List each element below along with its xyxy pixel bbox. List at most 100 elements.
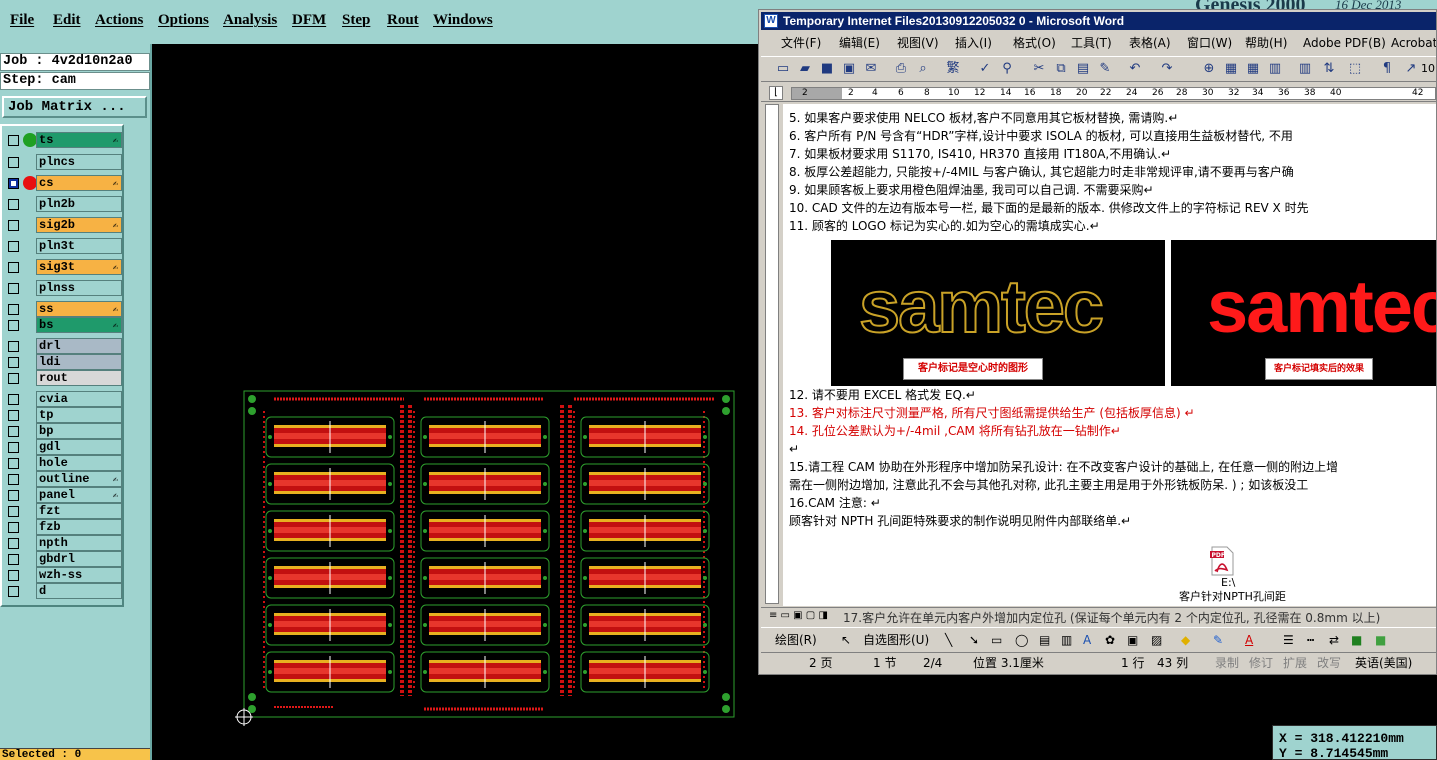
document-page[interactable]: 5. 如果客户要求使用 NELCO 板材,客户不同意用其它板材替换, 需请购.↵… — [783, 104, 1436, 606]
layer-checkbox[interactable] — [8, 283, 19, 294]
layer-name[interactable]: outline ✍ — [36, 471, 122, 487]
word-menu-format[interactable]: 格式(O) — [1013, 32, 1056, 54]
layer-row-pln3t[interactable]: pln3t — [2, 238, 122, 254]
layer-name[interactable]: cs ✍ — [36, 175, 122, 191]
layer-row-sig3t[interactable]: sig3t ✍ — [2, 259, 122, 275]
word-menu-adobe-pdf[interactable]: Adobe PDF(B) — [1303, 32, 1386, 54]
layer-checkbox[interactable] — [8, 373, 19, 384]
menu-options[interactable]: Options — [158, 12, 209, 29]
rectangle-tool-icon[interactable]: ▭ — [991, 628, 1002, 652]
word-menu-table[interactable]: 表格(A) — [1129, 32, 1171, 54]
layer-name[interactable]: tp — [36, 407, 122, 423]
layer-name[interactable]: bs ✍ — [36, 317, 122, 333]
view-mode-icons[interactable]: ≡ ▭ ▣ ▢ ◨ — [769, 610, 828, 621]
line-color-icon[interactable]: ✎ — [1213, 628, 1223, 652]
menu-dfm[interactable]: DFM — [292, 12, 326, 29]
word-menu-edit[interactable]: 编辑(E) — [839, 32, 880, 54]
permission-icon[interactable]: ▣ — [841, 61, 857, 77]
layer-row-ts[interactable]: ts ✍ — [2, 132, 122, 148]
menu-windows[interactable]: Windows — [433, 12, 493, 29]
traditional-chinese-icon[interactable]: 繁 — [945, 61, 961, 77]
3d-icon[interactable]: ■ — [1375, 628, 1386, 652]
layer-checkbox[interactable] — [8, 304, 19, 315]
insert-excel-icon[interactable]: ▥ — [1267, 61, 1283, 77]
layer-row-sig2b[interactable]: sig2b ✍ — [2, 217, 122, 233]
print-icon[interactable]: ⎙ — [893, 61, 909, 77]
layer-name[interactable]: d — [36, 583, 122, 599]
show-hide-icon[interactable]: ¶ — [1379, 61, 1395, 77]
layer-name[interactable]: ts ✍ — [36, 132, 122, 148]
layer-checkbox[interactable] — [8, 135, 19, 146]
menu-rout[interactable]: Rout — [387, 12, 419, 29]
layer-row-wzh-ss[interactable]: wzh-ss — [2, 567, 122, 583]
layer-checkbox[interactable] — [8, 220, 19, 231]
word-menu-window[interactable]: 窗口(W) — [1187, 32, 1232, 54]
word-menu-insert[interactable]: 插入(I) — [955, 32, 992, 54]
menu-file[interactable]: File — [10, 12, 34, 29]
select-arrow-icon[interactable]: ↖ — [841, 628, 851, 652]
zoom-box[interactable]: 10 — [1421, 62, 1435, 75]
dash-style-icon[interactable]: ┅ — [1307, 628, 1314, 652]
layer-checkbox[interactable] — [8, 426, 19, 437]
layer-name[interactable]: fzt — [36, 503, 122, 519]
line-tool-icon[interactable]: ╲ — [945, 628, 952, 652]
word-titlebar[interactable]: W Temporary Internet Files20130912205032… — [761, 12, 1436, 30]
arrow-tool-icon[interactable]: ➘ — [969, 628, 979, 652]
layer-row-outline[interactable]: outline ✍ — [2, 471, 122, 487]
layer-name[interactable]: ss ✍ — [36, 301, 122, 317]
format-painter-icon[interactable]: ✎ — [1097, 61, 1113, 77]
layer-row-panel[interactable]: panel ✍ — [2, 487, 122, 503]
layer-checkbox[interactable] — [8, 506, 19, 517]
layer-name[interactable]: sig2b ✍ — [36, 217, 122, 233]
layer-name[interactable]: ldi — [36, 354, 122, 370]
shadow-icon[interactable]: ■ — [1351, 628, 1362, 652]
layer-name[interactable]: gdl — [36, 439, 122, 455]
status-ovr[interactable]: 改写 — [1317, 653, 1341, 673]
layer-checkbox[interactable] — [8, 410, 19, 421]
zoom-arrow-icon[interactable]: ↗ — [1403, 61, 1419, 77]
layer-row-npth[interactable]: npth — [2, 535, 122, 551]
spelling-icon[interactable]: ✓ — [977, 61, 993, 77]
layer-checkbox[interactable] — [8, 490, 19, 501]
oval-tool-icon[interactable]: ◯ — [1015, 628, 1028, 652]
layer-row-ldi[interactable]: ldi — [2, 354, 122, 370]
menu-step[interactable]: Step — [342, 12, 370, 29]
layer-row-bs[interactable]: bs ✍ — [2, 317, 122, 333]
fill-color-icon[interactable]: ◆ — [1181, 628, 1190, 652]
layer-row-cvia[interactable]: cvia — [2, 391, 122, 407]
font-color-icon[interactable]: A — [1245, 628, 1253, 652]
cut-icon[interactable]: ✂ — [1031, 61, 1047, 77]
layer-row-gbdrl[interactable]: gbdrl — [2, 551, 122, 567]
layer-name[interactable]: gbdrl — [36, 551, 122, 567]
layer-checkbox[interactable] — [8, 157, 19, 168]
word-menu-acrobat[interactable]: Acrobat — [1391, 32, 1436, 54]
research-icon[interactable]: ⚲ — [999, 61, 1015, 77]
layer-checkbox[interactable] — [8, 357, 19, 368]
tab-selector[interactable]: ⌊ — [769, 86, 783, 100]
word-menu-help[interactable]: 帮助(H) — [1245, 32, 1287, 54]
open-folder-icon[interactable]: ▰ — [797, 61, 813, 77]
layer-name[interactable]: plnss — [36, 280, 122, 296]
layer-row-cs[interactable]: cs ✍ — [2, 175, 122, 191]
layer-checkbox[interactable] — [8, 522, 19, 533]
layer-checkbox[interactable] — [8, 538, 19, 549]
layer-row-fzb[interactable]: fzb — [2, 519, 122, 535]
layer-row-fzt[interactable]: fzt — [2, 503, 122, 519]
drawing-icon[interactable]: ⇅ — [1321, 61, 1337, 77]
tables-borders-icon[interactable]: ▦ — [1223, 61, 1239, 77]
wordart-icon[interactable]: A — [1083, 628, 1091, 652]
layer-checkbox[interactable] — [8, 199, 19, 210]
layer-name[interactable]: fzb — [36, 519, 122, 535]
layer-row-ss[interactable]: ss ✍ — [2, 301, 122, 317]
layer-row-rout[interactable]: rout — [2, 370, 122, 386]
layer-row-plncs[interactable]: plncs — [2, 154, 122, 170]
layer-checkbox[interactable] — [8, 178, 19, 189]
layer-name[interactable]: sig3t ✍ — [36, 259, 122, 275]
diagram-icon[interactable]: ✿ — [1105, 628, 1115, 652]
document-map-icon[interactable]: ⬚ — [1347, 61, 1363, 77]
status-trk[interactable]: 修订 — [1249, 653, 1273, 673]
layer-name[interactable]: wzh-ss — [36, 567, 122, 583]
layer-checkbox[interactable] — [8, 341, 19, 352]
paste-icon[interactable]: ▤ — [1075, 61, 1091, 77]
email-icon[interactable]: ✉ — [863, 61, 879, 77]
